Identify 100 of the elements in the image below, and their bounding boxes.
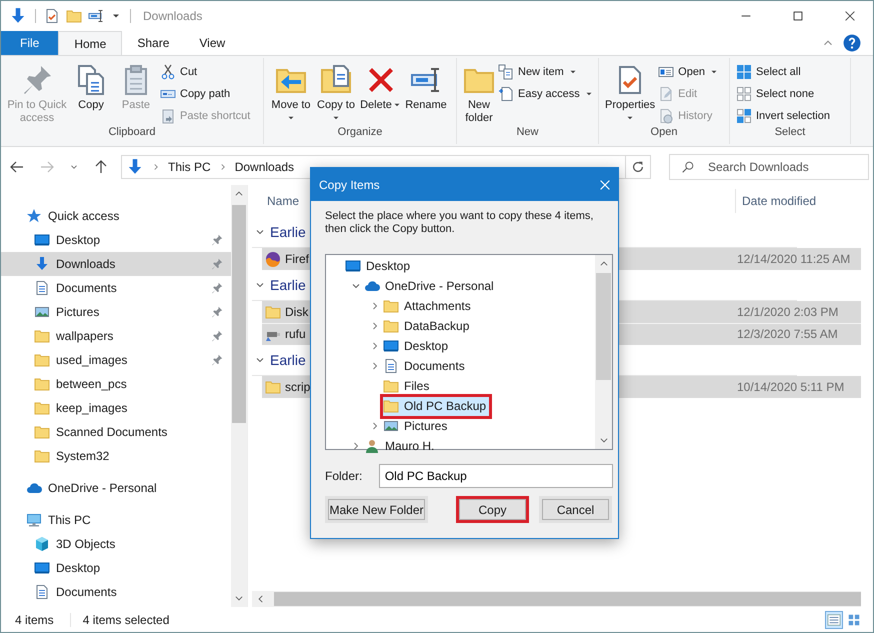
- column-header[interactable]: Name: [267, 194, 300, 208]
- folder-icon: [383, 318, 399, 334]
- date-cell-text: 12/3/2020 7:55 AM: [737, 327, 839, 342]
- ribbon-tab[interactable]: File: [1, 31, 58, 55]
- file-name: Disk: [285, 304, 308, 319]
- ribbon-tab[interactable]: View: [184, 31, 240, 55]
- ribbon-tab[interactable]: Home: [58, 31, 122, 55]
- nav-item[interactable]: Documents: [1, 276, 231, 300]
- refresh-icon[interactable]: [631, 160, 645, 174]
- desktop-icon: [383, 338, 399, 354]
- ribbon-button[interactable]: Easy access: [498, 84, 598, 104]
- breadcrumb-item[interactable]: This PC: [168, 160, 211, 174]
- scrollbar[interactable]: [231, 184, 247, 608]
- ribbon-button[interactable]: Rename: [405, 62, 447, 112]
- group-label: Open: [650, 126, 678, 140]
- nav-item[interactable]: Desktop: [1, 228, 231, 252]
- desktop-icon: [34, 560, 50, 576]
- help-icon[interactable]: [843, 34, 861, 52]
- search-field[interactable]: Search Downloads: [669, 154, 869, 180]
- pin-icon: [211, 234, 223, 246]
- invert-selection-icon: [736, 108, 752, 124]
- folder-icon: [265, 378, 281, 395]
- column-header[interactable]: Date modified: [735, 188, 816, 213]
- download-arrow-icon: [34, 256, 50, 272]
- easy-access-icon: [498, 86, 514, 102]
- folder-icon: [265, 304, 281, 320]
- copy-folder-icon: [320, 64, 352, 96]
- field-label: Folder:: [325, 469, 364, 483]
- scrollbar[interactable]: [595, 255, 612, 449]
- nav-item[interactable]: Downloads: [1, 252, 231, 276]
- nav-item[interactable]: used_images: [1, 348, 231, 372]
- star-icon: [26, 208, 42, 224]
- nav-item[interactable]: keep_images: [1, 396, 231, 420]
- maximize-icon[interactable]: [791, 9, 805, 23]
- ribbon-button[interactable]: Invert selection: [736, 106, 834, 126]
- copy-icon: [75, 64, 107, 96]
- ribbon-button[interactable]: Select none: [736, 84, 834, 104]
- ribbon-button[interactable]: Cut: [160, 62, 254, 82]
- large-icons-view-icon[interactable]: [847, 612, 861, 627]
- group-header[interactable]: Earlie: [270, 224, 306, 240]
- date-cell-text: 12/1/2020 2:03 PM: [737, 304, 840, 319]
- nav-item[interactable]: System32: [1, 444, 231, 468]
- ribbon-button[interactable]: Select all: [736, 62, 834, 82]
- nav-item[interactable]: Scanned Documents: [1, 420, 231, 444]
- group-label: New: [515, 126, 540, 140]
- tree-item[interactable]: Old PC Backup: [380, 394, 492, 418]
- computer-icon: [26, 512, 42, 528]
- date-cell-text: 12/14/2020 11:25 AM: [737, 252, 852, 266]
- dialog-button[interactable]: Make New Folder: [325, 496, 428, 523]
- nav-item[interactable]: Desktop: [1, 556, 231, 580]
- ribbon-tab[interactable]: Share: [122, 31, 184, 55]
- ribbon-button[interactable]: Copy: [70, 62, 112, 112]
- scrollbar[interactable]: [252, 591, 861, 608]
- nav-item[interactable]: Documents: [1, 580, 231, 604]
- file-name: Firef: [285, 252, 309, 266]
- nav-item[interactable]: OneDrive - Personal: [1, 476, 231, 500]
- date-cell-text: 10/14/2020 5:11 PM: [737, 380, 846, 394]
- pin-icon: [211, 306, 223, 318]
- desktop-icon: [345, 258, 361, 274]
- document-icon: [383, 358, 399, 374]
- ribbon-button[interactable]: Properties: [605, 62, 656, 125]
- cube-icon: [34, 536, 50, 552]
- select-all-icon: [736, 64, 752, 80]
- folder-field[interactable]: Old PC Backup: [378, 464, 613, 488]
- selection-count: 4 items selected: [70, 612, 170, 627]
- close-icon[interactable]: [843, 9, 857, 23]
- ribbon-button[interactable]: New folder: [463, 62, 495, 125]
- nav-item[interactable]: wallpapers: [1, 324, 231, 348]
- ribbon-button[interactable]: New item: [498, 62, 598, 82]
- ribbon-button[interactable]: Copy to: [315, 62, 357, 125]
- group-header[interactable]: Earlie: [270, 352, 306, 368]
- dialog-button[interactable]: Cancel: [539, 496, 612, 523]
- rename-icon: [88, 8, 104, 24]
- nav-item[interactable]: 3D Objects: [1, 532, 231, 556]
- nav-item[interactable]: between_pcs: [1, 372, 231, 396]
- window-title: Downloads: [143, 9, 202, 23]
- group-header[interactable]: Earlie: [270, 276, 306, 293]
- ribbon-button[interactable]: Delete: [360, 62, 402, 112]
- refresh-button[interactable]: [625, 155, 651, 180]
- dialog-button[interactable]: Copy: [456, 496, 529, 523]
- nav-item[interactable]: Quick access: [1, 204, 231, 228]
- breadcrumb-item[interactable]: Downloads: [234, 160, 294, 174]
- ribbon-button[interactable]: Open: [658, 62, 724, 82]
- up-arrow-icon[interactable]: [93, 159, 109, 176]
- properties-icon: [44, 8, 60, 24]
- details-view-icon[interactable]: [827, 612, 841, 627]
- document-icon: [34, 584, 50, 600]
- ribbon-button[interactable]: Copy path: [160, 84, 254, 104]
- app-icon: [265, 250, 281, 267]
- folder-icon: [34, 352, 50, 368]
- new-item-icon: [498, 64, 514, 80]
- nav-item[interactable]: Pictures: [1, 300, 231, 324]
- shortcut-icon: [160, 108, 176, 124]
- folder-icon: [34, 328, 50, 344]
- folder-icon: [34, 376, 50, 392]
- nav-item[interactable]: This PC: [1, 508, 231, 532]
- select-none-icon: [736, 86, 752, 102]
- pin-icon: [211, 330, 223, 342]
- ribbon-button[interactable]: Move to: [270, 62, 312, 125]
- file-name: scrip: [285, 380, 310, 394]
